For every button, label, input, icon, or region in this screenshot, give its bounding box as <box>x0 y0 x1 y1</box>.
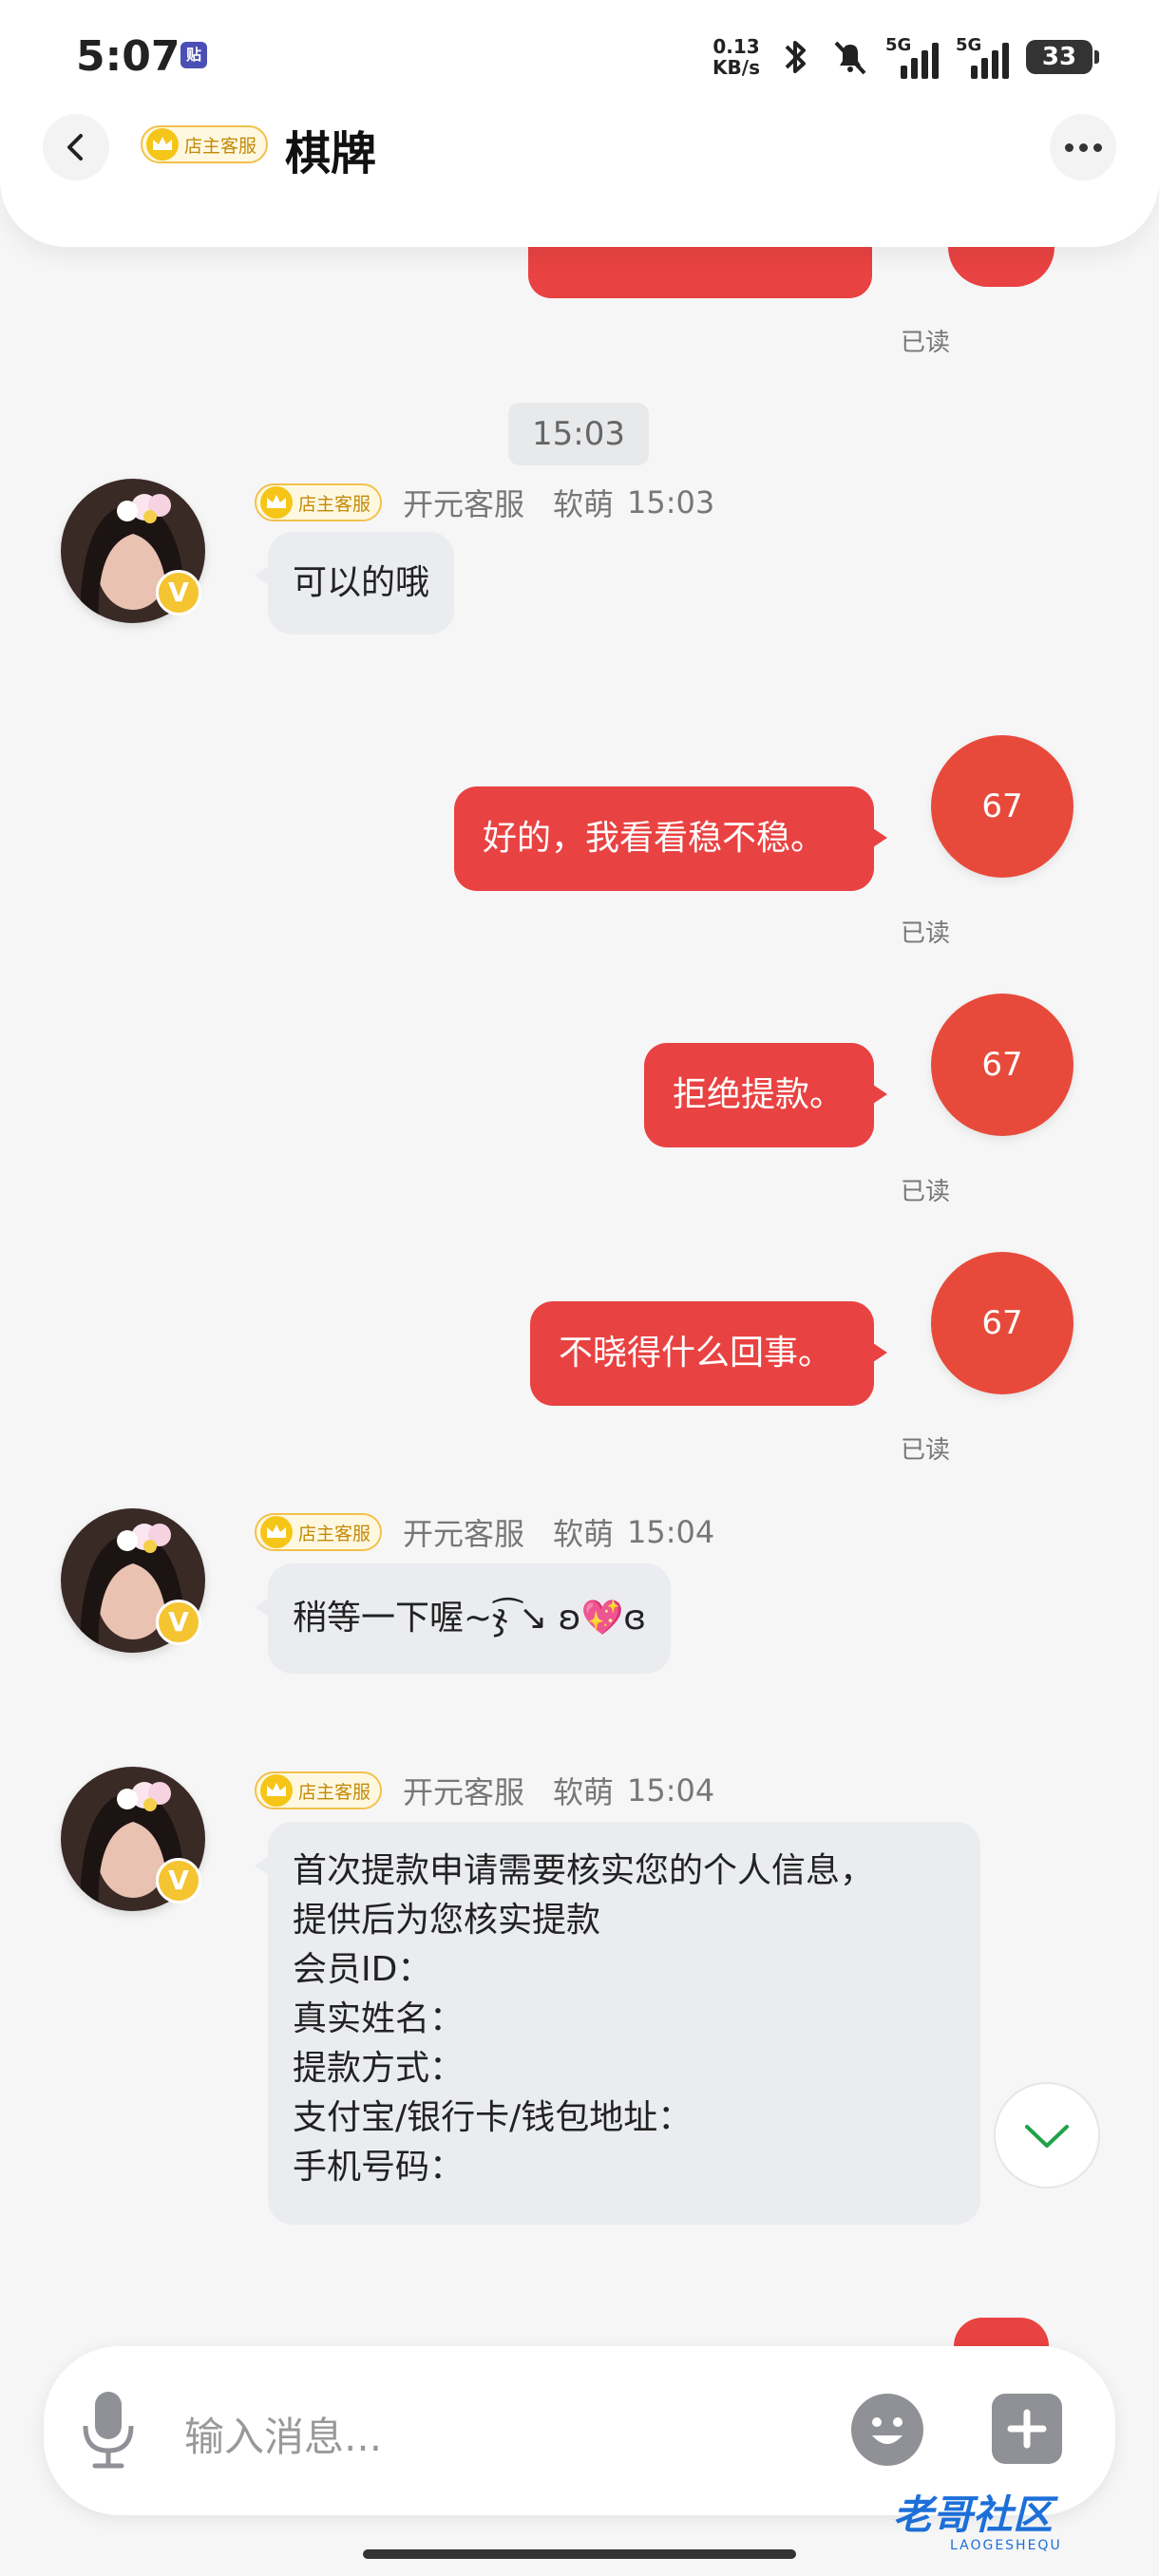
sender-name: 开元客服 <box>403 486 525 522</box>
status-time: 5:07 <box>76 32 180 81</box>
verified-badge: V <box>156 1858 201 1904</box>
sender-nickname: 软萌 <box>553 1774 615 1810</box>
bluetooth-icon <box>785 41 806 73</box>
read-receipt: 已读 <box>901 1436 951 1465</box>
message-line: 会员ID： <box>293 1950 432 1989</box>
verified-badge: V <box>156 1600 201 1645</box>
message-line: 支付宝/银行卡/钱包地址： <box>293 2098 693 2137</box>
previous-message-bubble <box>528 247 872 298</box>
chat-header: 店主客服 棋牌 <box>0 95 1159 247</box>
message-time: 15:04 <box>627 1514 715 1550</box>
bell-muted-icon <box>834 41 866 75</box>
status-bar: 5:07 贴 0.13 KB/s 5G 5G 33 <box>0 0 1159 104</box>
crown-icon <box>146 128 179 161</box>
network-speed: 0.13 KB/s <box>712 35 760 79</box>
emoji-button[interactable] <box>851 2394 923 2466</box>
sender-nickname: 软萌 <box>553 486 615 522</box>
ellipsis-icon <box>1064 142 1074 152</box>
chat-title: 棋牌 <box>285 127 377 180</box>
home-indicator[interactable] <box>363 2549 796 2559</box>
back-button[interactable] <box>43 114 109 180</box>
avatar[interactable]: 67 <box>931 735 1074 878</box>
microphone-icon[interactable] <box>82 2390 135 2470</box>
outgoing-message[interactable]: 不晓得什么回事。 <box>530 1301 887 1406</box>
verified-badge: V <box>156 570 201 616</box>
plus-icon <box>1007 2409 1047 2449</box>
message-line: 首次提款申请需要核实您的个人信息， <box>293 1851 875 1890</box>
sender-name: 开元客服 <box>403 1774 525 1810</box>
read-receipt: 已读 <box>901 329 951 357</box>
read-receipt: 已读 <box>901 1178 951 1206</box>
message-time: 15:03 <box>627 484 715 521</box>
message-time: 15:04 <box>627 1772 715 1809</box>
smiley-icon <box>872 2417 902 2444</box>
shop-staff-badge: 店主客服 <box>255 1513 383 1551</box>
message-line: 手机号码： <box>293 2148 465 2187</box>
message-line: 真实姓名： <box>293 1999 465 2038</box>
crown-icon <box>260 486 293 519</box>
more-options-button[interactable] <box>1050 114 1116 180</box>
scroll-to-bottom-button[interactable] <box>994 2082 1100 2188</box>
crown-icon <box>260 1516 293 1548</box>
message-line: 提款方式： <box>293 2049 465 2088</box>
avatar[interactable]: 67 <box>931 1252 1074 1394</box>
incoming-message[interactable]: 稍等一下喔~ჯ͡ ↘ ʚ💖ɞ <box>254 1563 672 1674</box>
chevron-down-icon <box>1025 2125 1069 2148</box>
signal-sim1: 5G <box>885 35 940 79</box>
watermark-logo: 老哥社区 <box>893 2491 1054 2538</box>
time-divider: 15:03 <box>508 403 649 465</box>
chevron-left-icon <box>67 134 83 161</box>
avatar[interactable]: 67 <box>931 994 1074 1136</box>
incoming-message[interactable]: 首次提款申请需要核实您的个人信息， 提供后为您核实提款 会员ID： 真实姓名： … <box>255 1822 980 2225</box>
sender-name: 开元客服 <box>403 1516 525 1552</box>
next-avatar <box>954 2318 1049 2346</box>
outgoing-message[interactable]: 好的，我看看稳不稳。 <box>454 786 887 891</box>
read-receipt: 已读 <box>901 919 951 948</box>
battery-icon: 33 <box>1026 40 1099 74</box>
outgoing-message[interactable]: 拒绝提款。 <box>644 1043 887 1147</box>
previous-avatar <box>948 247 1054 287</box>
signal-sim2: 5G <box>956 35 1011 79</box>
watermark-subtext: LAOGESHEQU <box>950 2538 1062 2553</box>
notification-app-icon: 贴 <box>180 42 207 68</box>
message-meta: 店主客服 开元客服 软萌 15:04 <box>255 1510 714 1554</box>
message-meta: 店主客服 开元客服 软萌 15:04 <box>255 1769 714 1812</box>
message-line: 提供后为您核实提款 <box>293 1901 601 1940</box>
status-icons: 0.13 KB/s 5G 5G 33 <box>712 28 1099 85</box>
plus-button[interactable] <box>992 2394 1062 2464</box>
message-input[interactable]: 输入消息... <box>184 2405 382 2463</box>
incoming-message[interactable]: 可以的哦 <box>254 532 455 635</box>
shop-staff-badge: 店主客服 <box>255 1771 383 1809</box>
message-meta: 店主客服 开元客服 软萌 15:03 <box>255 481 714 524</box>
crown-icon <box>260 1774 293 1807</box>
sender-nickname: 软萌 <box>553 1516 615 1552</box>
shop-staff-badge: 店主客服 <box>141 125 269 163</box>
shop-staff-badge: 店主客服 <box>255 483 383 521</box>
